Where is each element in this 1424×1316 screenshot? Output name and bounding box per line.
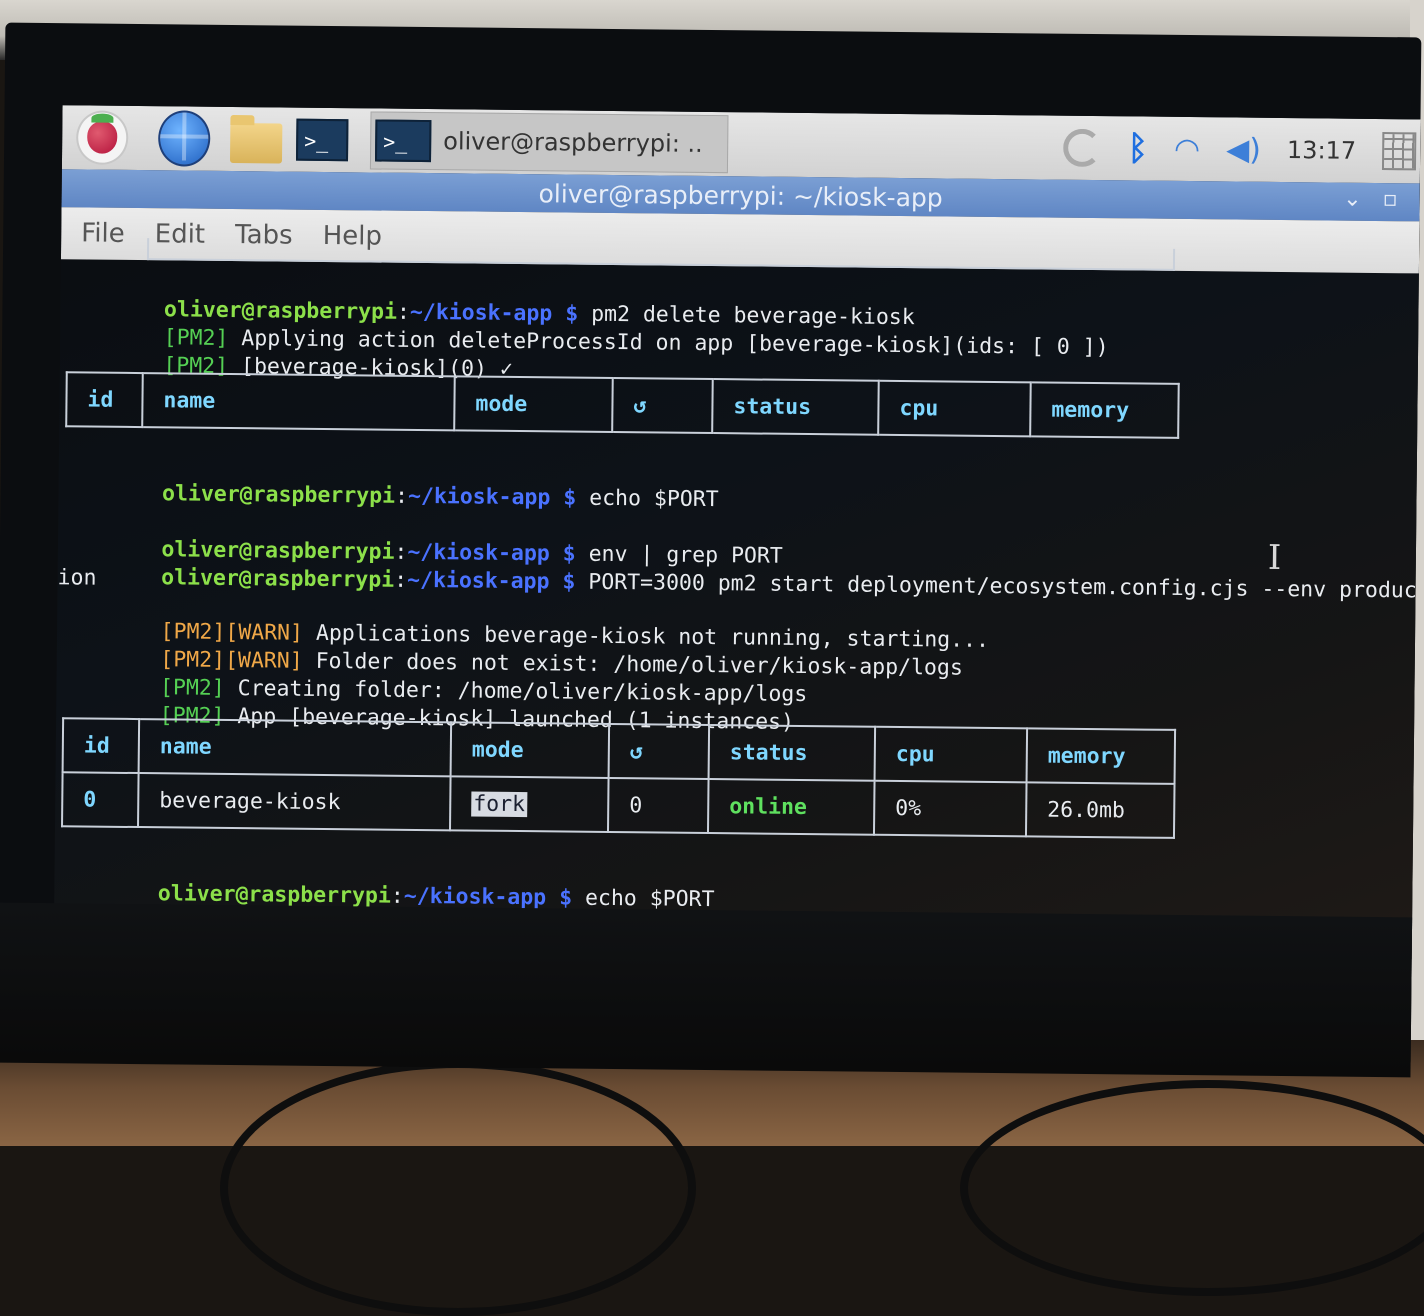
cell-cpu: 0%: [873, 780, 1027, 837]
file-manager-icon[interactable]: [229, 113, 283, 166]
menu-file[interactable]: File: [81, 218, 125, 248]
pm2-process-table-empty: id name mode ↺ status cpu memory: [65, 371, 1180, 439]
monitor: >_ >_ oliver@raspberrypi: .. ᛒ ◠ ◀) 13:1…: [0, 22, 1422, 1078]
col-header-cpu: cpu: [874, 726, 1028, 783]
cell-status: online: [707, 779, 875, 835]
prompt-symbol: $: [546, 885, 586, 911]
terminal-launcher-icon[interactable]: >_: [296, 114, 349, 167]
col-header-restarts: ↺: [608, 723, 710, 780]
col-header-id: id: [62, 718, 140, 774]
prompt-symbol: $: [549, 569, 589, 595]
command-text: PORT=3000 pm2 start deployment/ecosystem…: [588, 569, 1417, 604]
col-header-memory: memory: [1026, 728, 1176, 784]
system-tray: ᛒ ◠ ◀) 13:17: [1063, 116, 1420, 184]
col-header-name: name: [142, 373, 455, 431]
cell-restarts: 0: [607, 777, 709, 834]
col-header-status: status: [712, 379, 879, 435]
maximize-icon[interactable]: ▫: [1383, 187, 1398, 212]
cell-memory: 26.0mb: [1025, 782, 1175, 838]
col-header-mode: mode: [450, 722, 610, 778]
table-row: 0 beverage-kiosk fork 0 online 0% 26.0mb: [62, 772, 1175, 838]
window-title: oliver@raspberrypi: ~/kiosk-app: [538, 178, 943, 212]
clock[interactable]: 13:17: [1287, 136, 1356, 165]
cable: [220, 1060, 696, 1316]
minimize-icon[interactable]: ⌄: [1343, 187, 1362, 212]
text-cursor-icon: I: [1267, 537, 1282, 579]
table-header-row: id name mode ↺ status cpu memory: [66, 372, 1179, 438]
wrapped-line: ion: [57, 565, 97, 591]
pm2-process-table: id name mode ↺ status cpu memory 0 bever…: [61, 717, 1176, 839]
taskbar-terminal-window-button[interactable]: >_ oliver@raspberrypi: ..: [369, 111, 729, 174]
prompt-symbol: $: [550, 485, 590, 511]
command-text: echo $PORT: [589, 485, 719, 513]
monitor-bezel: [0, 902, 1413, 1078]
screen: >_ >_ oliver@raspberrypi: .. ᛒ ◠ ◀) 13:1…: [53, 105, 1421, 960]
cell-name: beverage-kiosk: [138, 773, 451, 831]
volume-icon[interactable]: ◀): [1226, 132, 1261, 167]
prompt-user: oliver@raspberrypi: [161, 481, 396, 509]
wifi-icon[interactable]: ◠: [1174, 131, 1201, 166]
prompt-separator: :: [394, 483, 409, 509]
cell-id: 0: [62, 772, 139, 828]
prompt-separator: :: [394, 567, 408, 593]
cable: [960, 1080, 1424, 1296]
col-header-restarts: ↺: [612, 377, 713, 434]
keyboard-layout-icon[interactable]: [1381, 132, 1417, 171]
terminal-output[interactable]: oliver@raspberrypi:~/kiosk-app $ pm2 del…: [54, 238, 1419, 959]
taskbar-task-title: oliver@raspberrypi: ..: [443, 127, 703, 158]
col-header-status: status: [708, 725, 876, 781]
col-header-cpu: cpu: [878, 380, 1031, 437]
bluetooth-icon[interactable]: ᛒ: [1127, 128, 1148, 168]
col-header-mode: mode: [454, 376, 613, 432]
web-browser-icon[interactable]: [157, 110, 211, 167]
prompt-path: ~/kiosk-app: [406, 567, 550, 595]
col-header-name: name: [138, 719, 452, 777]
col-header-memory: memory: [1030, 382, 1179, 438]
prompt-user: oliver@raspberrypi: [161, 565, 395, 593]
terminal-icon: >_: [374, 119, 432, 163]
update-sync-icon[interactable]: [1063, 128, 1102, 168]
col-header-id: id: [66, 372, 143, 428]
prompt-separator: :: [390, 883, 404, 909]
prompt-path: ~/kiosk-app: [407, 483, 551, 511]
raspberry-menu-icon[interactable]: [75, 110, 129, 165]
selected-text: fork: [471, 791, 528, 817]
cell-mode: fork: [449, 776, 609, 832]
